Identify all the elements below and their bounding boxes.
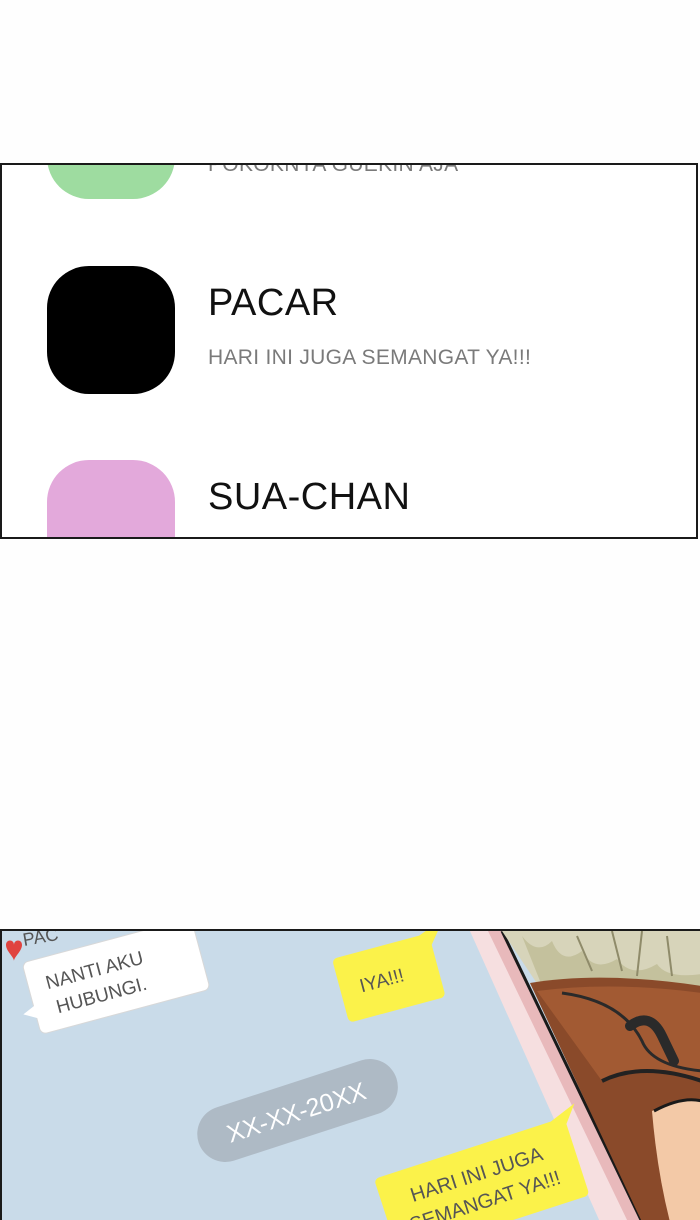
contact-last-message: POKOKNYA GUEKIN AJA	[208, 163, 459, 176]
chat-closeup-panel: PAC NANTI AKU HUBUNGI. IYA!!! XX-XX-20XX…	[0, 929, 700, 1220]
avatar	[47, 460, 175, 537]
avatar	[47, 266, 175, 394]
contact-name: SUA-CHAN	[208, 476, 411, 518]
contact-list-panel: POKOKNYA GUEKIN AJA PACAR HARI INI JUGA …	[0, 163, 698, 539]
contact-last-message: HARI INI JUGA SEMANGAT YA!!!	[208, 346, 532, 369]
chat-scene: PAC NANTI AKU HUBUNGI. IYA!!! XX-XX-20XX…	[2, 931, 700, 1220]
contact-name: PACAR	[208, 282, 339, 324]
avatar	[47, 165, 175, 199]
